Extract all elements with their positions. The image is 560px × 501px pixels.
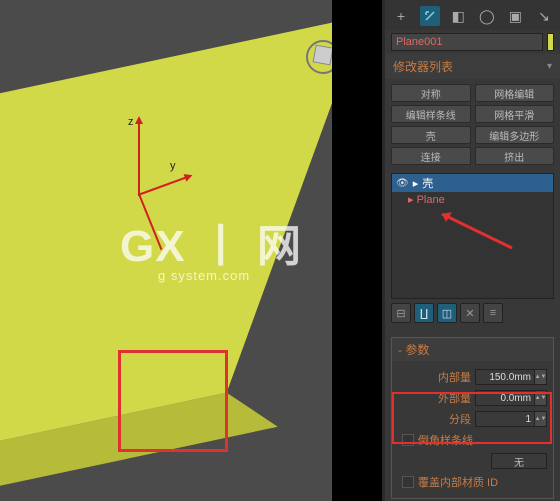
modifier-list-label: 修改器列表 [393, 58, 453, 75]
object-name-input[interactable] [391, 33, 543, 51]
command-panel: + ◧ ◯ ▣ ↘ 修改器列表 ▾ 对称 网格编辑 编辑样条线 网格平滑 壳 编… [385, 0, 560, 501]
bevel-spline-picker[interactable]: 无 [491, 453, 547, 469]
segments-spinner[interactable]: ▲▼ [535, 411, 547, 427]
segments-input[interactable] [475, 411, 535, 427]
annotation-box-corner [118, 350, 228, 452]
pin-stack-icon[interactable]: ⊟ [391, 303, 411, 323]
mod-btn-3[interactable]: 网格平滑 [475, 105, 555, 123]
modifier-list-dropdown[interactable]: 修改器列表 ▾ [385, 54, 560, 79]
viewcube[interactable] [302, 36, 332, 78]
axis-z-label: z [128, 116, 134, 128]
show-end-result-icon[interactable]: ∐ [414, 303, 434, 323]
parameters-rollout: - 参数 内部量 ▲▼ 外部量 ▲▼ 分段 ▲▼ 倒角样条线 [391, 337, 554, 499]
stack-item-shell-label: 壳 [422, 175, 433, 191]
inner-amount-spinner[interactable]: ▲▼ [535, 369, 547, 385]
mod-btn-5[interactable]: 编辑多边形 [475, 126, 555, 144]
rollout-header[interactable]: - 参数 [392, 338, 553, 361]
bevel-edges-label: 倒角样条线 [418, 432, 473, 448]
axis-y-label: y [170, 160, 176, 172]
inner-amount-label: 内部量 [438, 369, 471, 385]
modifier-stack[interactable]: 👁 ▸ 壳 ▸ Plane [391, 173, 554, 299]
mod-btn-7[interactable]: 挤出 [475, 147, 555, 165]
remove-modifier-icon[interactable]: ✕ [460, 303, 480, 323]
outer-amount-input[interactable] [475, 390, 535, 406]
viewport[interactable]: z y GX 丨 网 g system.com [0, 0, 332, 501]
override-matid-checkbox[interactable] [402, 476, 414, 488]
stack-toolbar: ⊟ ∐ ◫ ✕ ≡ [385, 299, 560, 327]
axis-z[interactable] [138, 118, 140, 196]
override-matid-label: 覆盖内部材质 ID [418, 474, 498, 490]
mod-btn-1[interactable]: 网格编辑 [475, 84, 555, 102]
bevel-edges-checkbox[interactable] [402, 434, 414, 446]
mod-btn-4[interactable]: 壳 [391, 126, 471, 144]
configure-sets-icon[interactable]: ≡ [483, 303, 503, 323]
modifier-buttons: 对称 网格编辑 编辑样条线 网格平滑 壳 编辑多边形 连接 挤出 [385, 79, 560, 171]
display-tab-icon[interactable]: ▣ [505, 6, 525, 26]
stack-item-shell[interactable]: 👁 ▸ 壳 [392, 174, 553, 192]
mod-btn-6[interactable]: 连接 [391, 147, 471, 165]
mod-btn-0[interactable]: 对称 [391, 84, 471, 102]
segments-label: 分段 [449, 411, 471, 427]
outer-amount-label: 外部量 [438, 390, 471, 406]
hierarchy-tab-icon[interactable]: ◧ [448, 6, 468, 26]
outer-amount-spinner[interactable]: ▲▼ [535, 390, 547, 406]
eye-icon[interactable]: 👁 [396, 178, 409, 189]
chevron-down-icon: ▾ [547, 61, 552, 72]
object-color-swatch[interactable] [547, 33, 554, 51]
modify-tab-icon[interactable] [420, 6, 440, 26]
inner-amount-input[interactable] [475, 369, 535, 385]
mod-btn-2[interactable]: 编辑样条线 [391, 105, 471, 123]
utilities-tab-icon[interactable]: ↘ [534, 6, 554, 26]
stack-item-plane[interactable]: ▸ Plane [392, 192, 553, 207]
create-tab-icon[interactable]: + [391, 6, 411, 26]
viewport-border [332, 0, 382, 501]
make-unique-icon[interactable]: ◫ [437, 303, 457, 323]
command-panel-tabs: + ◧ ◯ ▣ ↘ [385, 0, 560, 30]
motion-tab-icon[interactable]: ◯ [477, 6, 497, 26]
